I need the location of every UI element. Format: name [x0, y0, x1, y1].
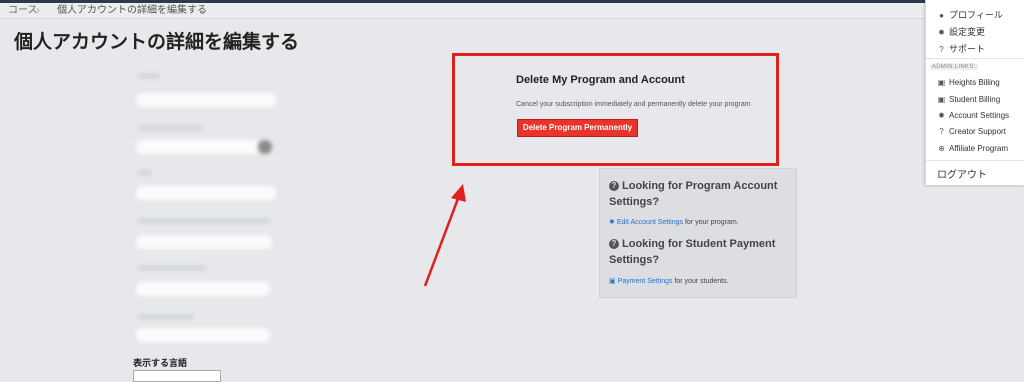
money-icon: ▣	[937, 78, 946, 87]
annotation-arrow-shaft	[423, 195, 461, 287]
money-icon: ▣	[937, 95, 946, 104]
gear-icon: ✹	[938, 28, 945, 37]
menu-item-heights-billing-label: Heights Billing	[949, 78, 1000, 87]
menu-item-profile[interactable]: ● プロフィール	[937, 8, 1003, 21]
plus-circle-icon: ⊕	[938, 144, 945, 153]
user-icon: ●	[939, 11, 944, 20]
question-icon: ?	[939, 127, 944, 136]
menu-item-student-billing-label: Student Billing	[949, 95, 1001, 104]
gear-icon: ✹	[938, 111, 945, 120]
menu-divider	[926, 160, 1024, 161]
menu-item-support[interactable]: ? サポート	[937, 42, 985, 55]
menu-item-affiliate-program-label: Affiliate Program	[949, 144, 1008, 153]
annotation-arrow	[423, 184, 466, 287]
menu-item-logout[interactable]: ログアウト	[937, 166, 987, 181]
menu-item-account-settings-label: Account Settings	[949, 111, 1010, 120]
menu-divider	[926, 58, 1024, 59]
menu-item-heights-billing[interactable]: ▣ Heights Billing	[937, 78, 1000, 87]
menu-item-affiliate-program[interactable]: ⊕ Affiliate Program	[937, 144, 1008, 153]
question-icon: ?	[939, 45, 944, 54]
menu-item-creator-support[interactable]: ? Creator Support	[937, 127, 1006, 136]
menu-item-profile-label: プロフィール	[949, 10, 1003, 20]
menu-item-student-billing[interactable]: ▣ Student Billing	[937, 95, 1000, 104]
admin-links-label: ADMIN LINKS:	[930, 64, 978, 70]
menu-item-account-settings[interactable]: ✹ Account Settings	[937, 111, 1009, 120]
menu-item-support-label: サポート	[949, 44, 986, 54]
menu-item-creator-support-label: Creator Support	[949, 127, 1006, 136]
annotation-arrow-head	[451, 184, 466, 202]
menu-item-settings[interactable]: ✹ 設定変更	[937, 25, 985, 38]
menu-item-settings-label: 設定変更	[949, 27, 986, 37]
